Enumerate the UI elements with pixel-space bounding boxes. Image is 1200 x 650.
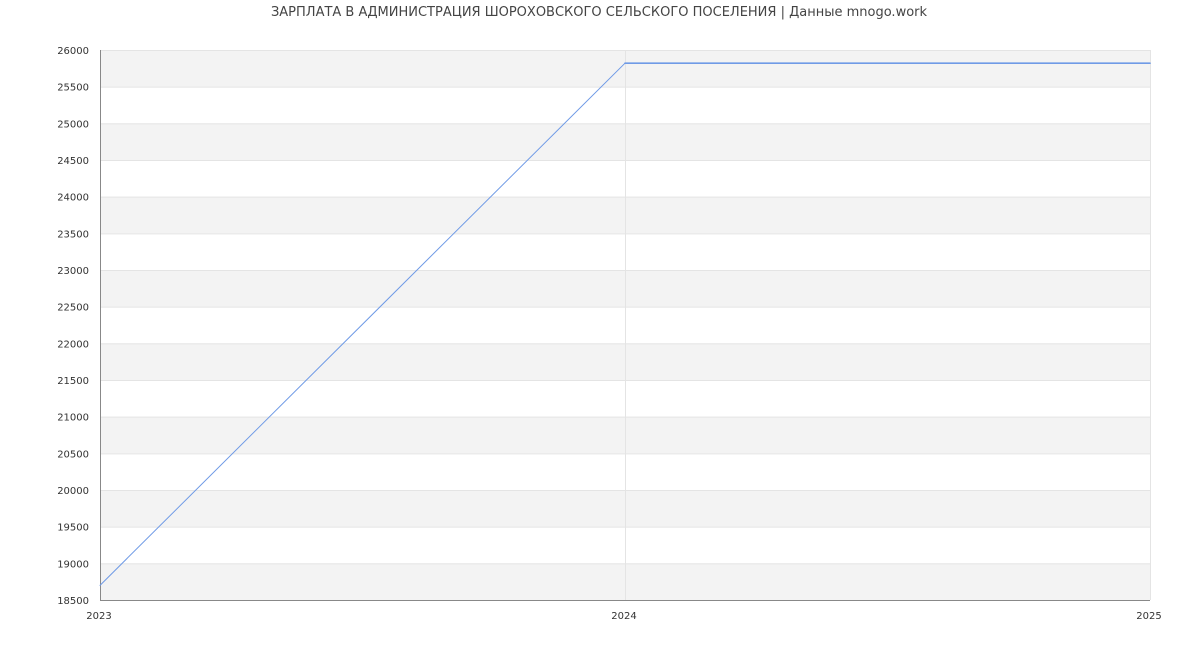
salary-line-chart: ЗАРПЛАТА В АДМИНИСТРАЦИЯ ШОРОХОВСКОГО СЕ… <box>57 5 1162 622</box>
x-tick-label: 2024 <box>611 611 636 622</box>
y-tick-label: 20000 <box>57 486 89 497</box>
y-tick-label: 22000 <box>57 339 89 350</box>
y-tick-label: 24500 <box>57 156 89 167</box>
y-tick-label: 21000 <box>57 413 89 424</box>
y-tick-label: 26000 <box>57 46 89 57</box>
x-axis-tick-labels: 2023 2024 2025 <box>86 611 1161 622</box>
y-tick-label: 20500 <box>57 449 89 460</box>
x-tick-label: 2025 <box>1136 611 1161 622</box>
chart-title: ЗАРПЛАТА В АДМИНИСТРАЦИЯ ШОРОХОВСКОГО СЕ… <box>271 5 928 20</box>
y-tick-label: 24000 <box>57 193 89 204</box>
x-tick-label: 2023 <box>86 611 111 622</box>
y-tick-label: 22500 <box>57 303 89 314</box>
y-tick-label: 21500 <box>57 376 89 387</box>
y-tick-label: 23000 <box>57 266 89 277</box>
y-axis-tick-labels: 18500 19000 19500 20000 20500 21000 21500 22000… <box>57 46 89 607</box>
y-tick-label: 25000 <box>57 119 89 130</box>
y-tick-label: 23500 <box>57 229 89 240</box>
y-tick-label: 18500 <box>57 596 89 607</box>
y-tick-label: 19000 <box>57 559 89 570</box>
y-tick-label: 19500 <box>57 523 89 534</box>
y-tick-label: 25500 <box>57 83 89 94</box>
